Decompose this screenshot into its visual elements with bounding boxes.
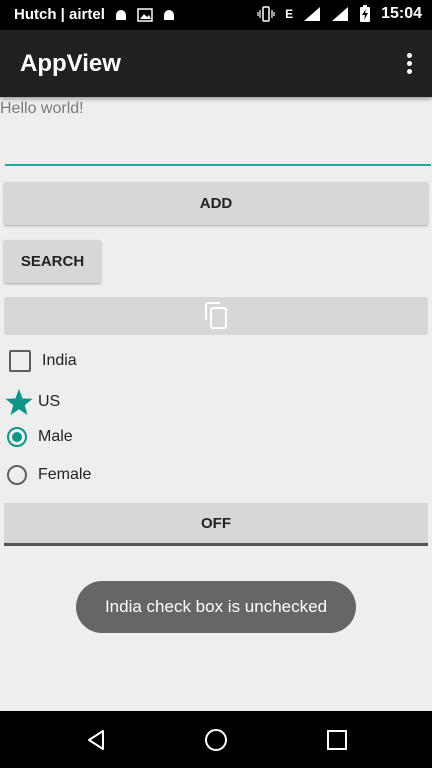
android-debug-icon bbox=[115, 9, 126, 20]
radio-male[interactable] bbox=[7, 427, 27, 447]
radio-female[interactable] bbox=[7, 465, 27, 485]
signal-icon-2 bbox=[332, 7, 349, 21]
status-bar: Hutch | airtel E 15:04 bbox=[0, 0, 432, 30]
copy-icon bbox=[205, 302, 227, 329]
add-button[interactable]: ADD bbox=[4, 182, 428, 225]
checkbox-india[interactable] bbox=[9, 350, 31, 372]
radio-female-label: Female bbox=[38, 466, 92, 483]
status-left: Hutch | airtel bbox=[14, 6, 177, 23]
hello-text: Hello world! bbox=[0, 100, 84, 117]
copy-button[interactable] bbox=[4, 297, 428, 335]
recent-apps-icon[interactable] bbox=[327, 730, 347, 750]
nav-bar bbox=[0, 711, 432, 768]
carrier-name: Hutch | airtel bbox=[14, 6, 105, 23]
radio-male-label: Male bbox=[38, 428, 73, 445]
star-us-label: US bbox=[38, 393, 61, 410]
toggle-button[interactable]: OFF bbox=[4, 503, 428, 546]
battery-charging-icon bbox=[360, 5, 371, 22]
checkbox-india-row[interactable]: India bbox=[6, 350, 77, 372]
network-type: E bbox=[285, 7, 294, 21]
radio-female-row[interactable]: Female bbox=[6, 465, 91, 485]
image-notification-icon bbox=[137, 7, 153, 22]
text-input[interactable] bbox=[5, 128, 431, 166]
home-icon[interactable] bbox=[205, 729, 227, 751]
star-us-row[interactable]: US bbox=[4, 388, 60, 416]
radio-male-row[interactable]: Male bbox=[6, 427, 73, 447]
overflow-menu-icon[interactable] bbox=[406, 53, 412, 75]
search-button[interactable]: SEARCH bbox=[4, 240, 101, 283]
vibrate-icon bbox=[257, 6, 275, 22]
radio-male-dot bbox=[12, 432, 22, 442]
status-right: E 15:04 bbox=[257, 5, 422, 23]
star-icon[interactable] bbox=[4, 388, 34, 416]
toast-message: India check box is unchecked bbox=[76, 581, 356, 633]
signal-icon bbox=[304, 7, 321, 21]
checkbox-india-label: India bbox=[42, 352, 77, 369]
android-debug-icon-2 bbox=[163, 9, 174, 20]
back-icon[interactable] bbox=[86, 729, 106, 751]
app-title: AppView bbox=[20, 50, 121, 77]
clock: 15:04 bbox=[381, 5, 422, 22]
app-bar: AppView bbox=[0, 30, 432, 97]
